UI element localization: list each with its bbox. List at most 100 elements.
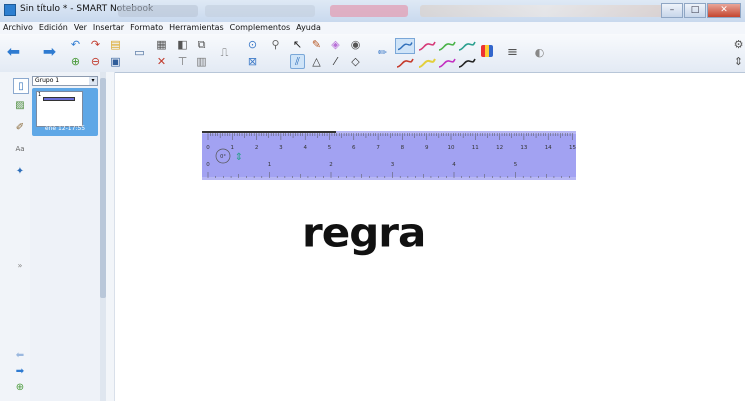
arrow-select-icon[interactable]: ↖ (290, 37, 305, 52)
capture-icon[interactable]: ⊙ (245, 37, 260, 52)
magnifier-icon[interactable]: ⚲ (268, 37, 283, 52)
fill-icon[interactable]: ◉ (348, 37, 363, 52)
blurred-tab (330, 5, 408, 17)
table-icon[interactable]: ⊤ (175, 54, 190, 69)
show-hide-icon[interactable]: ◧ (175, 37, 190, 52)
ruler-top-label: 11 (472, 145, 479, 151)
delete-page-icon[interactable]: ⊖ (88, 54, 103, 69)
ruler-top-label: 9 (425, 145, 429, 151)
ruler-top-edge (202, 131, 336, 133)
blurred-tab (118, 5, 198, 17)
window-controls: – □ ✕ (661, 3, 741, 19)
pencil-icon[interactable]: ✏ (375, 45, 390, 60)
add-page-side-icon[interactable]: ⊕ (13, 380, 27, 394)
page-thumbnail-selected[interactable]: 1 ene 12-17:55 (32, 88, 98, 136)
ruler-top-label: 4 (303, 145, 307, 151)
pen-icon[interactable]: ✎ (309, 37, 324, 52)
toolbar: ⬅ ➡ ↶ ↷ ⊕ ⊖ ▤ ▣ ▭ ▦ ✕ ◧ ⊤ ⧉ ▥ ⎍ ⊙ ⊠ ⚲ ⫽ … (0, 34, 745, 73)
ruler-top-label: 1 (231, 145, 235, 151)
add-page-icon[interactable]: ⊕ (68, 54, 83, 69)
select-tool-icon[interactable]: ⫽ (290, 54, 305, 69)
properties-tab-icon[interactable]: Aa (13, 142, 27, 156)
close-button[interactable]: ✕ (707, 3, 741, 18)
grid-icon[interactable]: ▥ (194, 54, 209, 69)
auto-hide-icon[interactable]: » (13, 258, 27, 272)
eraser-icon[interactable]: ◈ (328, 37, 343, 52)
menu-ver[interactable]: Ver (74, 22, 87, 34)
ruler-top-label: 8 (401, 145, 405, 151)
save-icon[interactable]: ▣ (108, 54, 123, 69)
menu-bar: Archivo Edición Ver Insertar Formato Her… (0, 22, 745, 34)
shapes-icon[interactable]: △ (309, 54, 324, 69)
canvas-left-edge (106, 72, 115, 401)
ruler-bottom-label: 3 (391, 162, 395, 168)
ruler-top-label: 3 (279, 145, 283, 151)
ruler-bottom-label: 1 (268, 162, 272, 168)
color-palette-icon[interactable] (481, 45, 493, 57)
maximize-button[interactable]: □ (684, 3, 706, 18)
page-thumbnail: 1 (36, 91, 83, 127)
menu-edicion[interactable]: Edición (39, 22, 68, 34)
resize-arrows-icon[interactable]: ⇕ (235, 152, 243, 163)
delete-icon[interactable]: ✕ (154, 54, 169, 69)
properties-icon[interactable]: ⚙ (731, 37, 745, 52)
undo-icon[interactable]: ↶ (68, 37, 83, 52)
toolbar-toggle-icon[interactable]: ⇕ (731, 54, 745, 69)
ruler-bottom-label: 0 (206, 162, 210, 168)
line-style-icon[interactable]: ≡ (505, 45, 520, 60)
eraser2-icon[interactable]: ◇ (348, 54, 363, 69)
group-label: Grupo 1 (35, 77, 60, 84)
close-screen-icon[interactable]: ⊠ (245, 54, 260, 69)
ruler-center (202, 134, 576, 177)
app-icon (4, 4, 16, 16)
redo-icon[interactable]: ↷ (88, 37, 103, 52)
menu-formato[interactable]: Formato (130, 22, 163, 34)
pen-style-yellow-icon[interactable] (417, 55, 437, 71)
ruler-bottom-label: 5 (514, 162, 518, 168)
pen-style-teal-icon[interactable] (457, 38, 477, 54)
group-dropdown[interactable]: Grupo 1 ▾ (32, 76, 98, 86)
pen-style-blue-icon[interactable] (395, 38, 415, 54)
ruler-bottom-label: 2 (329, 162, 333, 168)
screen-shade-icon[interactable]: ▭ (132, 45, 147, 60)
blurred-tab (205, 5, 315, 17)
line-icon[interactable]: ⁄ (328, 54, 343, 69)
page-sorter-tab-icon[interactable]: ▯ (13, 78, 29, 94)
ruler-top-label: 14 (545, 145, 552, 151)
open-icon[interactable]: ▤ (108, 37, 123, 52)
next-page-side-icon[interactable]: ➡ (13, 364, 27, 378)
menu-insertar[interactable]: Insertar (93, 22, 124, 34)
chevron-down-icon: ▾ (89, 77, 97, 85)
thumbnail-ruler (43, 97, 75, 101)
page-sorter: Grupo 1 ▾ 1 ene 12-17:55 (30, 72, 107, 401)
fill-effects-icon[interactable]: ◐ (532, 45, 547, 60)
ruler-top-label: 7 (376, 145, 380, 151)
attachments-tab-icon[interactable]: ✐ (13, 120, 27, 134)
menu-complementos[interactable]: Complementos (230, 22, 290, 34)
document-camera-icon[interactable]: ⎍ (217, 45, 232, 60)
blurred-background (420, 5, 670, 17)
fullscreen-icon[interactable]: ⧉ (194, 37, 209, 52)
canvas-text[interactable]: regra (302, 209, 426, 256)
ruler-top-label: 12 (496, 145, 503, 151)
pen-style-pink-icon[interactable] (417, 38, 437, 54)
side-tabs: ▯ ▨ ✐ Aa ✦ » ⬅ ➡ ⊕ (0, 72, 31, 401)
next-page-icon[interactable]: ➡ (42, 42, 57, 61)
pen-style-black-icon[interactable] (457, 55, 477, 71)
menu-ayuda[interactable]: Ayuda (296, 22, 321, 34)
prev-page-icon[interactable]: ⬅ (6, 42, 21, 61)
ruler-top-label: 15 (569, 145, 576, 151)
menu-archivo[interactable]: Archivo (3, 22, 33, 34)
ruler-tool[interactable]: 0 1 2 3 4 5 6 7 8 9 10 11 12 13 14 15 012345 0° ⇕ (202, 131, 576, 180)
prev-page-side-icon[interactable]: ⬅ (13, 348, 27, 362)
gallery-tab-icon[interactable]: ▨ (13, 98, 27, 112)
addons-tab-icon[interactable]: ✦ (13, 164, 27, 178)
ruler-top-label: 13 (520, 145, 527, 151)
paste-icon[interactable]: ▦ (154, 37, 169, 52)
ruler-top-label: 10 (448, 145, 455, 151)
minimize-button[interactable]: – (661, 3, 683, 18)
pen-style-red-icon[interactable] (395, 55, 415, 71)
pen-style-magenta-icon[interactable] (437, 55, 457, 71)
pen-style-green-icon[interactable] (437, 38, 457, 54)
menu-herramientas[interactable]: Herramientas (169, 22, 224, 34)
